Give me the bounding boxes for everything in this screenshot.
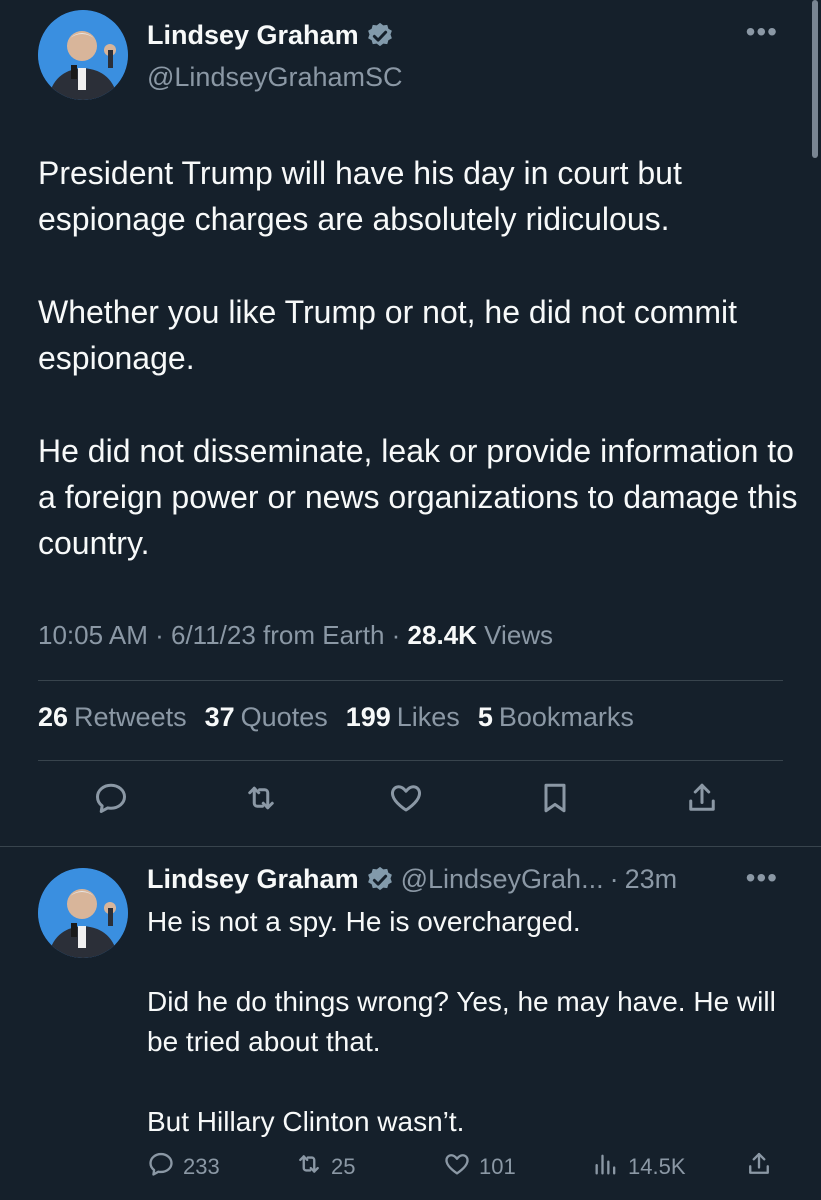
share-icon [745, 1150, 773, 1184]
views-count: 14.5K [628, 1154, 686, 1179]
like-button[interactable]: 101 [443, 1150, 516, 1184]
tweet-text: President Trump will have his day in cou… [38, 150, 798, 613]
author-handle[interactable]: @LindseyGrah... [401, 864, 604, 895]
retweet-icon [295, 1150, 323, 1184]
tweet-meta: 10:05 AM · 6/11/23 from Earth · 28.4K Vi… [38, 620, 553, 651]
tweet-time-ago[interactable]: 23m [625, 864, 678, 895]
retweet-icon[interactable] [243, 780, 283, 820]
tweet-text: He is not a spy. He is overcharged. Did … [147, 902, 797, 1182]
share-icon[interactable] [684, 780, 724, 820]
more-options-icon[interactable]: ••• [746, 16, 778, 48]
tweet-date[interactable]: 6/11/23 [171, 620, 256, 650]
likes-stat[interactable]: 199 Likes [346, 702, 460, 733]
retweet-button[interactable]: 25 [295, 1150, 355, 1184]
tweet-actions [0, 780, 821, 830]
author-name[interactable]: Lindsey Graham [147, 20, 359, 51]
more-options-icon[interactable]: ••• [746, 862, 778, 894]
author-name-row[interactable]: Lindsey Graham @LindseyGrah... · 23m [147, 864, 677, 895]
tweet-paragraph: He is not a spy. He is overcharged. [147, 906, 581, 937]
views-count[interactable]: 28.4K [408, 620, 477, 650]
meta-separator: · [391, 620, 408, 650]
author-name-row[interactable]: Lindsey Graham [147, 20, 395, 51]
author-handle[interactable]: @LindseyGrahamSC [147, 62, 403, 93]
meta-separator: · [155, 620, 171, 650]
divider [38, 680, 783, 681]
tweet-separator [0, 846, 821, 847]
scrollbar[interactable] [812, 0, 818, 158]
views-icon [592, 1150, 620, 1184]
reply-button[interactable]: 233 [147, 1150, 220, 1184]
avatar[interactable] [38, 868, 128, 958]
share-button[interactable] [745, 1150, 773, 1184]
tweet-paragraph: Whether you like Trump or not, he did no… [38, 294, 737, 376]
author-name[interactable]: Lindsey Graham [147, 864, 359, 895]
engagement-stats: 26 Retweets 37 Quotes 199 Likes 5 Bookmarks [38, 702, 634, 733]
verified-badge-icon [365, 21, 395, 51]
reply-icon [147, 1150, 175, 1184]
reply-tweet-actions: 233 25 101 14.5K [0, 1150, 821, 1190]
views-label[interactable]: Views [484, 620, 553, 650]
like-icon [443, 1150, 471, 1184]
bookmark-icon[interactable] [537, 780, 577, 820]
views-button[interactable]: 14.5K [592, 1150, 686, 1184]
tweet-time[interactable]: 10:05 AM [38, 620, 148, 650]
like-icon[interactable] [388, 780, 428, 820]
retweet-count: 25 [331, 1154, 356, 1179]
tweet-paragraph: He did not disseminate, leak or provide … [38, 433, 798, 561]
tweet-paragraph: President Trump will have his day in cou… [38, 155, 682, 237]
bookmarks-stat[interactable]: 5 Bookmarks [478, 702, 634, 733]
avatar[interactable] [38, 10, 128, 100]
quotes-stat[interactable]: 37 Quotes [205, 702, 328, 733]
reply-icon[interactable] [93, 780, 133, 820]
reply-count: 233 [183, 1154, 220, 1179]
tweet-source: from Earth [263, 620, 385, 650]
verified-badge-icon [365, 865, 395, 895]
divider [38, 760, 783, 761]
tweet-paragraph: Did he do things wrong? Yes, he may have… [147, 986, 776, 1057]
like-count: 101 [479, 1154, 516, 1179]
retweets-stat[interactable]: 26 Retweets [38, 702, 187, 733]
meta-separator: · [609, 864, 619, 894]
tweet-paragraph: But Hillary Clinton wasn’t. [147, 1106, 465, 1137]
